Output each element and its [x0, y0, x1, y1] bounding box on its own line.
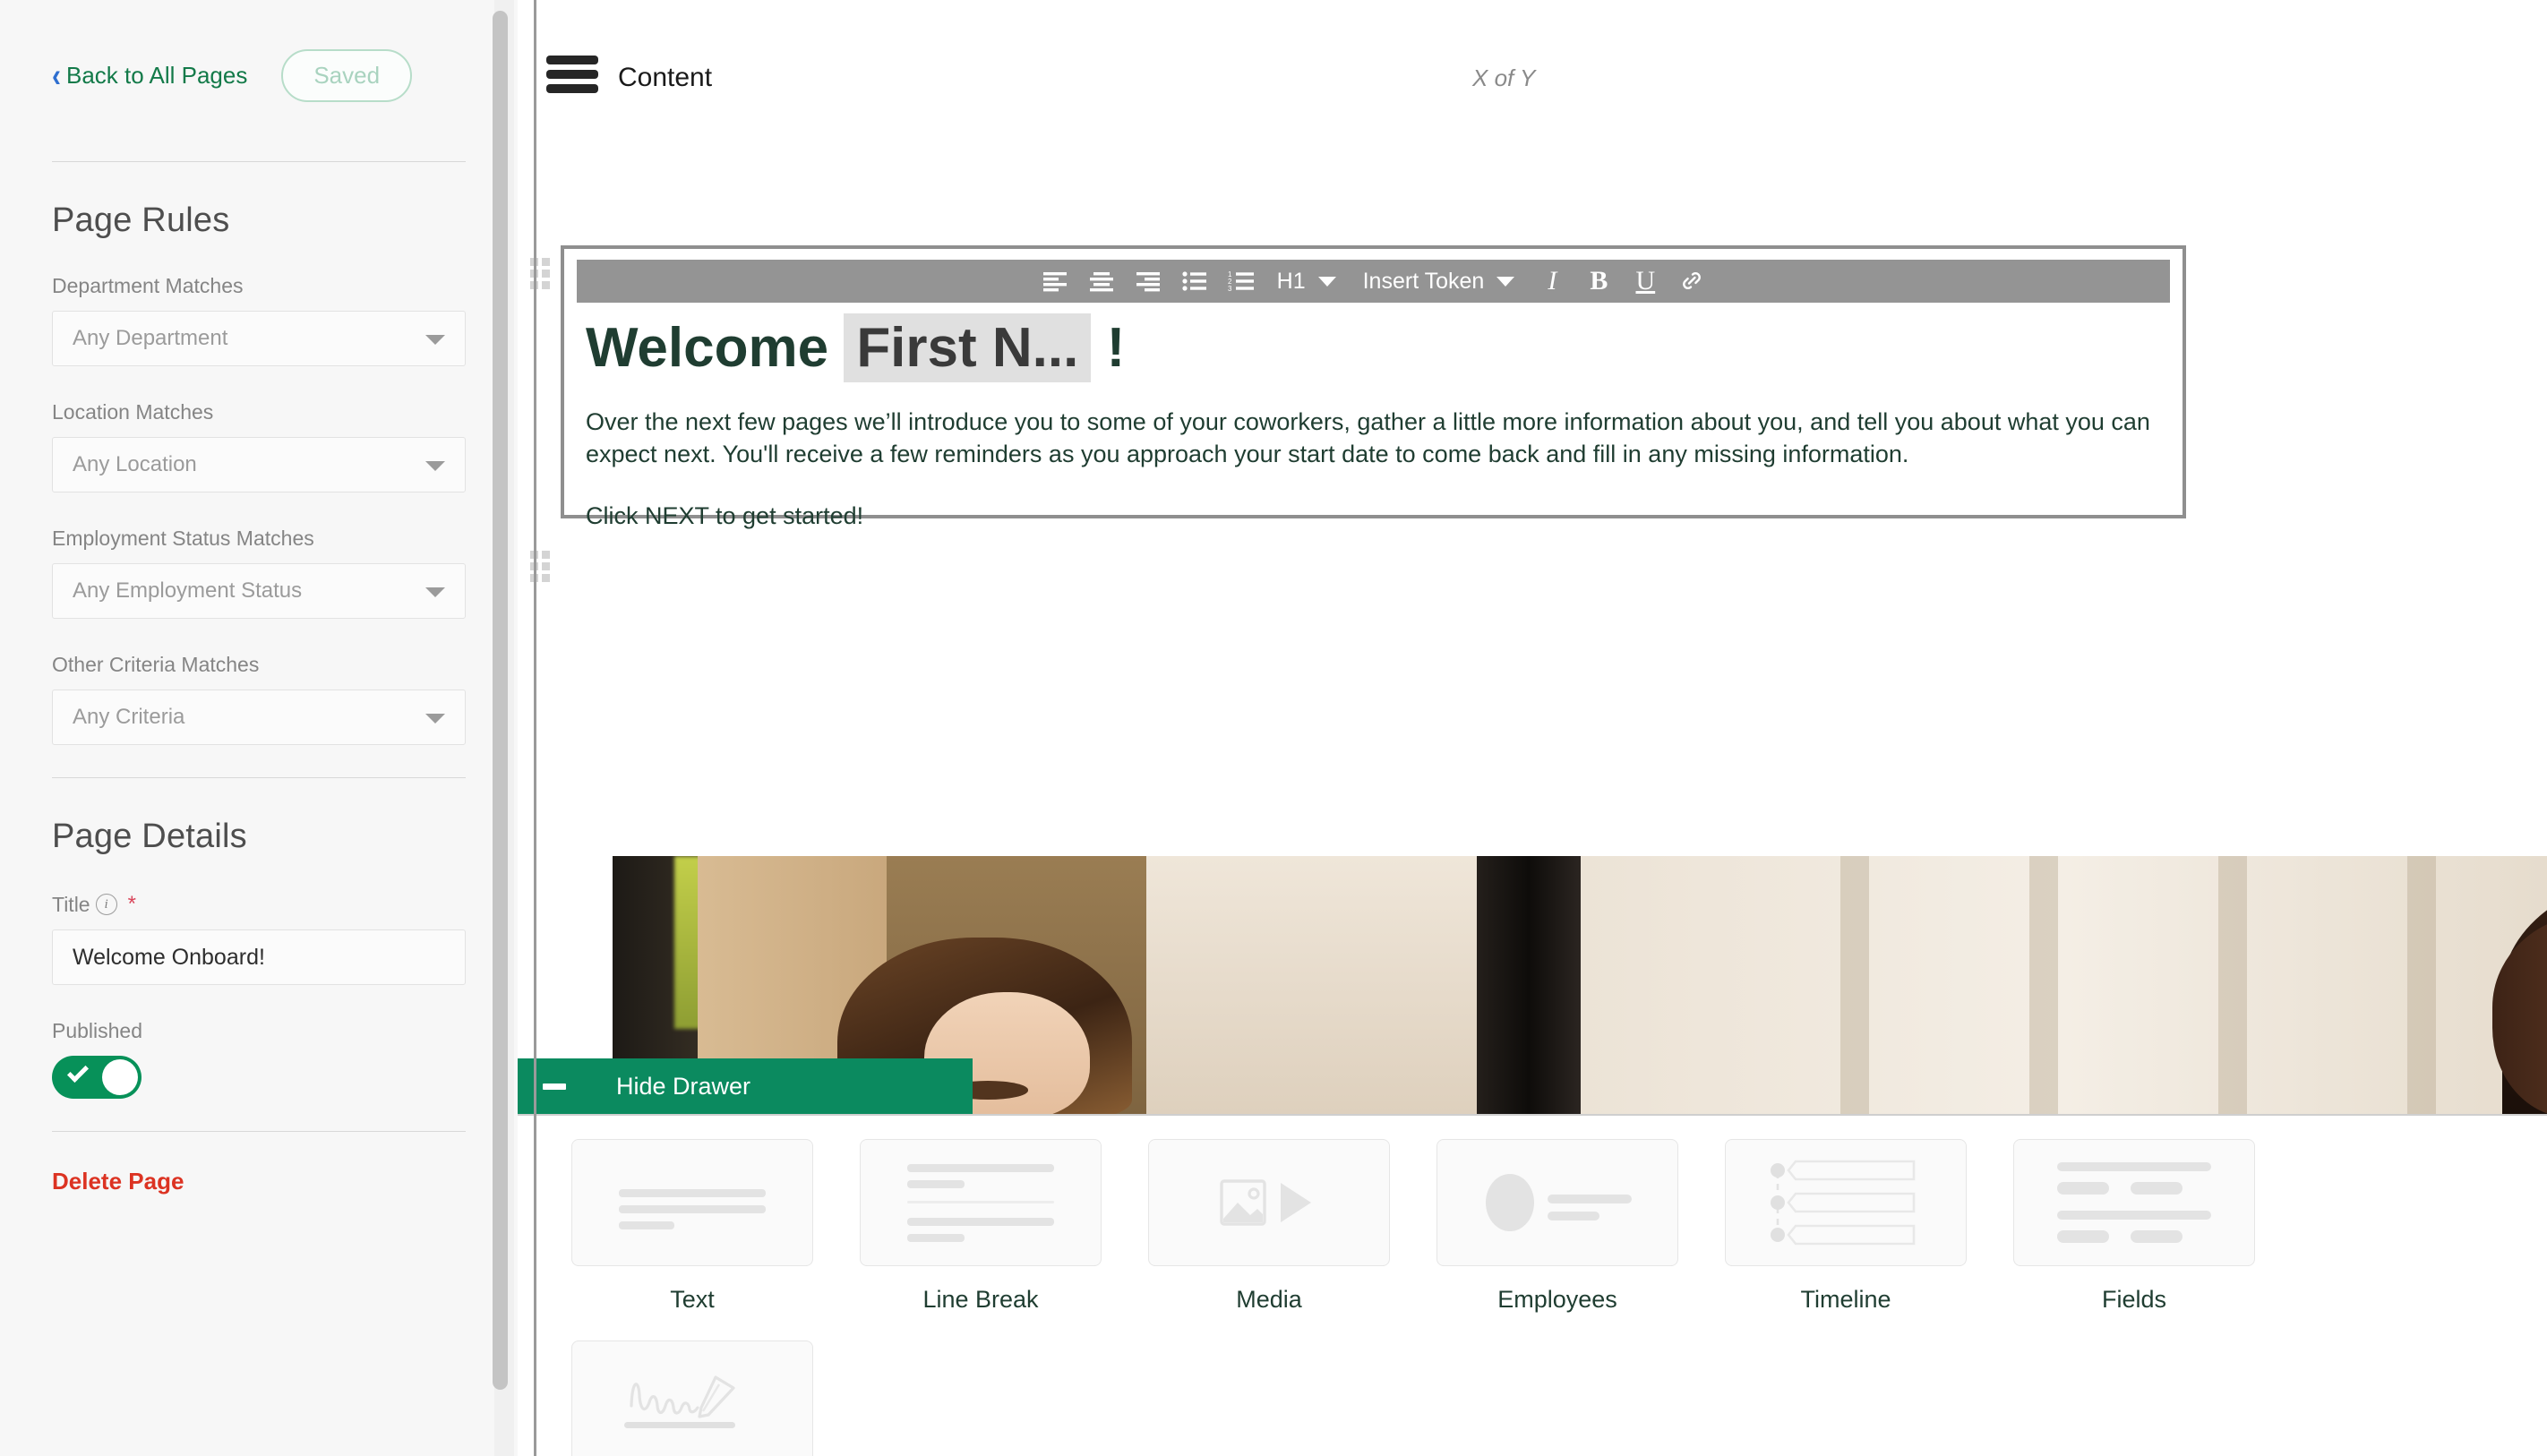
chevron-left-icon: ‹ [52, 56, 61, 94]
fields-block-icon [2013, 1139, 2255, 1266]
block-employees[interactable]: Employees [1413, 1139, 1702, 1314]
department-matches-label: Department Matches [52, 274, 244, 297]
svg-text:3: 3 [1228, 285, 1232, 292]
link-icon[interactable] [1668, 261, 1715, 302]
published-toggle[interactable] [52, 1056, 142, 1099]
block-fields[interactable]: Fields [1990, 1139, 2278, 1314]
employment-status-matches-select[interactable]: Any Employment Status [52, 563, 466, 619]
sidebar-edge-divider [534, 0, 536, 1456]
chevron-down-icon [425, 461, 445, 471]
sidebar: ‹ Back to All Pages Saved Page Rules Dep… [0, 0, 518, 1456]
sidebar-divider-top [52, 161, 466, 162]
published-label: Published [52, 1019, 143, 1042]
heading-prefix: Welcome [586, 317, 829, 379]
title-field-label-row: Title i * [52, 892, 466, 917]
text-block-editor[interactable]: 123 H1 Insert Token I B U Welcome First … [561, 245, 2186, 529]
toggle-knob [102, 1059, 138, 1095]
line-break-block-icon [860, 1139, 1102, 1266]
back-link-label: Back to All Pages [66, 62, 248, 89]
main-panel: Content X of Y × [518, 0, 2547, 1456]
back-to-all-pages-link[interactable]: ‹ Back to All Pages [52, 56, 248, 94]
block-label: Media [1236, 1286, 1302, 1313]
heading-dropdown-label[interactable]: H1 [1265, 269, 1311, 295]
align-right-icon[interactable] [1125, 261, 1171, 302]
page-details-heading: Page Details [52, 818, 247, 855]
media-block-icon [1148, 1139, 1390, 1266]
block-label: Text [670, 1286, 715, 1313]
block-timeline[interactable]: Timeline [1702, 1139, 1990, 1314]
block-label: Line Break [922, 1286, 1039, 1313]
bold-button[interactable]: B [1575, 261, 1622, 302]
underline-button[interactable]: U [1622, 261, 1668, 302]
other-criteria-matches-value: Any Criteria [73, 705, 185, 729]
required-asterisk: * [127, 892, 136, 916]
block-label: Employees [1497, 1286, 1617, 1313]
editor-paragraph: Over the next few pages we’ll introduce … [586, 407, 2150, 468]
app-root: ‹ Back to All Pages Saved Page Rules Dep… [0, 0, 2547, 1456]
department-matches-value: Any Department [73, 326, 228, 350]
saved-status-badge: Saved [281, 49, 413, 102]
top-bar: Content X of Y [518, 0, 2547, 143]
align-left-icon[interactable] [1032, 261, 1078, 302]
location-matches-select[interactable]: Any Location [52, 437, 466, 492]
text-block-icon [571, 1139, 813, 1266]
title-label: Title [52, 892, 90, 916]
hide-drawer-label: Hide Drawer [616, 1072, 751, 1100]
hamburger-icon[interactable] [546, 56, 598, 93]
block-text[interactable]: Text [548, 1139, 836, 1314]
bullet-list-icon[interactable] [1171, 261, 1218, 302]
esignature-block-icon [571, 1340, 813, 1456]
content-blocks-drawer: Text Line Break Media Employees Timeline… [518, 1114, 2547, 1456]
department-matches-select[interactable]: Any Department [52, 311, 466, 366]
sidebar-header: ‹ Back to All Pages Saved [52, 0, 466, 102]
content-blocks-grid: Text Line Break Media Employees Timeline… [548, 1139, 2278, 1456]
timeline-block-icon [1725, 1139, 1967, 1266]
page-title: Content [618, 63, 713, 92]
block-line-break[interactable]: Line Break [836, 1139, 1125, 1314]
block-e-signatures[interactable]: E-Signatures [548, 1340, 836, 1456]
chevron-down-icon [425, 335, 445, 345]
employees-block-icon [1436, 1139, 1678, 1266]
rich-text-toolbar: 123 H1 Insert Token I B U [577, 260, 2170, 303]
other-criteria-matches-select[interactable]: Any Criteria [52, 689, 466, 745]
numbered-list-icon[interactable]: 123 [1218, 261, 1265, 302]
editor-heading: Welcome First N... ! [586, 313, 2161, 382]
title-input-value: Welcome Onboard! [73, 944, 265, 970]
page-rules-heading: Page Rules [52, 201, 230, 239]
chevron-down-icon[interactable] [1496, 276, 1515, 287]
hide-drawer-button[interactable]: Hide Drawer [518, 1058, 973, 1114]
alignment-group: 123 [1032, 261, 1265, 302]
employment-status-matches-value: Any Employment Status [73, 578, 303, 603]
sidebar-scrollbar-thumb[interactable] [493, 11, 508, 1390]
sidebar-scrollbar-track[interactable] [493, 0, 514, 1456]
location-matches-label: Location Matches [52, 400, 214, 424]
chevron-down-icon [425, 714, 445, 724]
sidebar-divider-middle [52, 777, 466, 778]
location-matches-value: Any Location [73, 452, 197, 476]
block-label: Timeline [1800, 1286, 1891, 1313]
merge-token-chip[interactable]: First N... [844, 313, 1092, 382]
chevron-down-icon [425, 587, 445, 597]
minus-icon [543, 1083, 566, 1090]
info-icon[interactable]: i [95, 894, 117, 915]
page-counter: X of Y [1472, 64, 1536, 91]
insert-token-dropdown-label[interactable]: Insert Token [1351, 269, 1490, 295]
check-icon [66, 1060, 90, 1083]
align-center-icon[interactable] [1078, 261, 1125, 302]
title-input[interactable]: Welcome Onboard! [52, 929, 466, 985]
editor-paragraph-cta: Click NEXT to get started! [586, 502, 864, 530]
chevron-down-icon[interactable] [1317, 276, 1336, 287]
sidebar-divider-bottom [52, 1131, 466, 1132]
rich-text-content[interactable]: Welcome First N... ! Over the next few p… [586, 313, 2161, 530]
heading-suffix: ! [1106, 317, 1126, 379]
employment-status-matches-label: Employment Status Matches [52, 527, 314, 550]
other-criteria-matches-label: Other Criteria Matches [52, 653, 260, 676]
italic-button[interactable]: I [1529, 261, 1575, 302]
block-label: Fields [2101, 1286, 2167, 1313]
block-media[interactable]: Media [1125, 1139, 1413, 1314]
delete-page-button[interactable]: Delete Page [52, 1168, 466, 1195]
